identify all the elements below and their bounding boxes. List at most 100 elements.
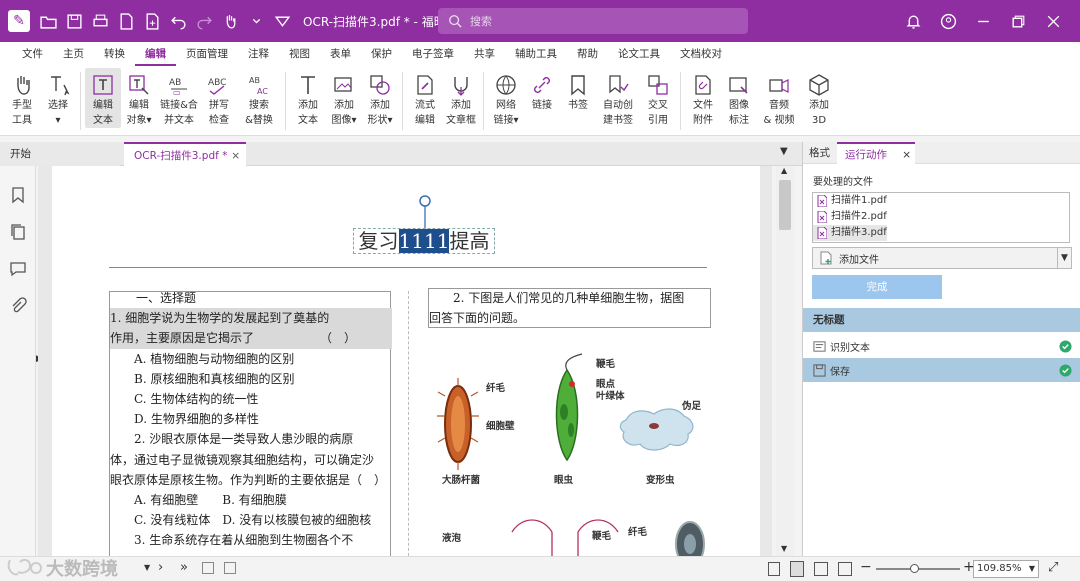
bell-icon[interactable] (905, 13, 922, 30)
file-list[interactable]: 扫描件1.pdf 扫描件2.pdf 扫描件3.pdf (812, 192, 1070, 243)
menu-item-9[interactable]: 电子签章 (402, 42, 464, 66)
last-page-icon[interactable]: » (180, 560, 188, 575)
attachment-icon[interactable] (9, 297, 27, 315)
ribbon-select-button[interactable]: 选择 ▾ (40, 68, 76, 128)
continuous-view-icon[interactable] (790, 561, 804, 577)
menu-item-6[interactable]: 视图 (279, 42, 320, 66)
two-page-view-icon[interactable] (814, 562, 828, 576)
open-folder-icon[interactable] (40, 13, 57, 30)
search-input[interactable]: 搜索 (438, 8, 748, 34)
menu-item-10[interactable]: 共享 (464, 42, 505, 66)
zoom-slider-thumb[interactable] (910, 564, 919, 573)
print-icon[interactable] (92, 13, 109, 30)
pdf-page[interactable]: 复习1111提高 一、选择题 1. 细胞学说为生物学的发展起到了奠基的 作用，主要原… (52, 166, 760, 556)
document-icon[interactable] (118, 12, 135, 30)
ribbon-reflow-edit-button[interactable]: 流式 编辑 (407, 68, 443, 128)
tab-format[interactable]: 格式 (809, 142, 830, 164)
two-page-continuous-icon[interactable] (838, 562, 852, 576)
account-icon[interactable] (940, 13, 957, 30)
ribbon-bookmark-button[interactable]: 书签 (560, 68, 596, 113)
menu-item-13[interactable]: 论文工具 (608, 42, 670, 66)
tab-run-action-label: 运行动作 (845, 149, 887, 161)
ribbon-hand-tool-button[interactable]: 手型 工具 (4, 68, 40, 128)
save-icon[interactable] (66, 13, 83, 30)
zoom-level-select[interactable]: 109.85% ▼ (973, 560, 1039, 578)
copy-page-icon[interactable] (202, 562, 214, 574)
ribbon-file-attachment-button[interactable]: 文件 附件 (685, 68, 721, 128)
ribbon-link-button[interactable]: 链接 (524, 68, 560, 113)
zoom-slider[interactable] (876, 564, 960, 573)
minimize-icon[interactable] (975, 13, 992, 30)
file-name: 扫描件2.pdf (831, 211, 887, 222)
ribbon-web-link-button[interactable]: 网络 链接▾ (488, 68, 524, 128)
bookmark-icon[interactable] (9, 186, 27, 204)
file-list-item[interactable]: 扫描件3.pdf (813, 225, 887, 241)
single-page-view-icon[interactable] (768, 562, 780, 576)
scroll-up-icon[interactable]: ▲ (781, 166, 787, 175)
undo-icon[interactable] (170, 13, 187, 30)
page-dropdown-icon[interactable]: ▼ (144, 563, 150, 572)
vertical-scrollbar[interactable]: ▲ ▼ (776, 166, 794, 556)
finish-button[interactable]: 完成 (812, 275, 942, 299)
zoom-dropdown-icon[interactable]: ▼ (1029, 561, 1035, 577)
menu-item-11[interactable]: 辅助工具 (505, 42, 567, 66)
ribbon-edit-text-button[interactable]: 编辑 文本 (85, 68, 121, 128)
ribbon-label-2: 文本 (93, 115, 113, 126)
ribbon-add-text-button[interactable]: 添加 文本 (290, 68, 326, 128)
next-page-icon[interactable]: › (158, 560, 163, 575)
ribbon-image-annotation-button[interactable]: 图像 标注 (721, 68, 757, 128)
scroll-down-icon[interactable]: ▼ (781, 544, 787, 553)
tab-document[interactable]: OCR-扫描件3.pdf * × (124, 142, 246, 166)
menu-item-4[interactable]: 页面管理 (176, 42, 238, 66)
page-title[interactable]: 复习1111提高 (353, 228, 495, 254)
add-file-button[interactable]: 添加文件 ▼ (812, 247, 1072, 269)
extract-page-icon[interactable] (224, 562, 236, 574)
ribbon-auto-bookmark-button[interactable]: 自动创 建书签 (596, 68, 640, 128)
file-list-item[interactable]: 扫描件2.pdf (813, 209, 1069, 225)
zoom-out-icon[interactable]: − (860, 559, 872, 575)
redo-icon[interactable] (196, 13, 213, 30)
tab-close-icon[interactable]: × (231, 144, 240, 168)
comment-icon[interactable] (9, 260, 27, 278)
add-file-dropdown-icon[interactable]: ▼ (1057, 248, 1071, 268)
document-viewport[interactable]: 复习1111提高 一、选择题 1. 细胞学说为生物学的发展起到了奠基的 作用，主要原… (38, 166, 772, 556)
chevron-down-icon[interactable] (248, 13, 265, 30)
ribbon-spell-check-button[interactable]: ABC 拼写 检查 (201, 68, 237, 128)
panel-close-icon[interactable]: × (902, 144, 911, 166)
scrollbar-thumb[interactable] (779, 180, 791, 230)
ribbon-cross-reference-button[interactable]: 交叉 引用 (640, 68, 676, 128)
ribbon-link-join-text-button[interactable]: AB ▭ 链接&合 并文本 (157, 68, 201, 128)
ribbon-audio-video-button[interactable]: 音频 & 视频 (757, 68, 801, 128)
close-icon[interactable] (1045, 13, 1062, 30)
tabs-dropdown-icon[interactable]: ▼ (780, 146, 788, 157)
ribbon-search-replace-button[interactable]: AB AC 搜索 &替换 (237, 68, 281, 128)
ribbon-add-article-button[interactable]: 添加 文章框 (443, 68, 479, 128)
fullscreen-icon[interactable]: ⤢ (1048, 560, 1058, 575)
add-article-icon (448, 72, 474, 98)
menu-item-12[interactable]: 帮助 (567, 42, 608, 66)
menu-item-8[interactable]: 保护 (361, 42, 402, 66)
step-recognize-label: 识别文本 (830, 342, 870, 354)
ribbon-add-image-button[interactable]: 添加 图像▾ (326, 68, 362, 128)
menu-item-3[interactable]: 编辑 (135, 42, 176, 66)
file-list-item[interactable]: 扫描件1.pdf (813, 193, 1069, 209)
restore-icon[interactable] (1010, 13, 1027, 30)
menu-item-1[interactable]: 主页 (53, 42, 94, 66)
menu-item-0[interactable]: 文件 (12, 42, 53, 66)
ribbon-edit-object-button[interactable]: 编辑 对象▾ (121, 68, 157, 128)
filter-icon[interactable] (274, 13, 291, 30)
ribbon-add-3d-button[interactable]: 添加 3D (801, 68, 837, 128)
ribbon-add-shape-button[interactable]: 添加 形状▾ (362, 68, 398, 128)
tab-start[interactable]: 开始 (0, 142, 120, 166)
ribbon-toolbar: 手型 工具 选择 ▾ 编辑 文本 编辑 对象▾ AB ▭ 链接&合 并文本 ABC 拼写 检查 AB AC 搜索 &… (0, 66, 1080, 136)
menu-item-7[interactable]: 表单 (320, 42, 361, 66)
hand-tool-icon[interactable] (222, 13, 239, 30)
new-document-icon[interactable] (144, 12, 161, 30)
menu-item-2[interactable]: 转换 (94, 42, 135, 66)
step-recognize-text[interactable]: 识别文本 (803, 335, 1080, 357)
pages-icon[interactable] (9, 223, 27, 241)
step-save[interactable]: 保存 (803, 358, 1080, 382)
tab-run-action[interactable]: 运行动作 × (837, 142, 915, 164)
menu-item-5[interactable]: 注释 (238, 42, 279, 66)
menu-item-14[interactable]: 文档校对 (670, 42, 732, 66)
